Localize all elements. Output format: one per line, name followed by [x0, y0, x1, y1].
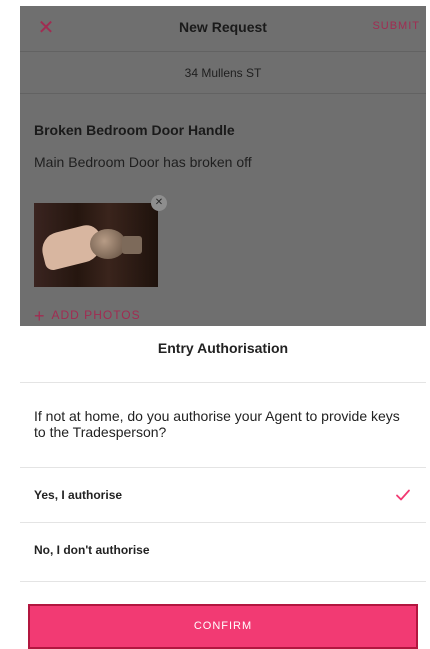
divider: [20, 382, 426, 383]
entry-authorisation-sheet: Entry Authorisation If not at home, do y…: [20, 326, 426, 649]
add-photos-label: ADD PHOTOS: [51, 308, 141, 322]
remove-photo-icon[interactable]: ✕: [151, 195, 167, 211]
option-label: Yes, I authorise: [34, 488, 123, 502]
page-title: New Request: [179, 19, 267, 35]
photo-door-stem: [122, 236, 142, 254]
app-bar: ✕ New Request SUBMIT: [20, 6, 426, 52]
sheet-title: Entry Authorisation: [157, 340, 289, 356]
property-address: 34 Mullens ST: [20, 52, 426, 94]
option-yes-authorise[interactable]: Yes, I authorise: [20, 468, 426, 524]
photo-door-knob: [90, 229, 126, 259]
option-label: No, I don't authorise: [34, 543, 150, 557]
plus-icon: +: [34, 306, 46, 326]
attached-photo[interactable]: [34, 203, 158, 287]
issue-title: Broken Bedroom Door Handle: [34, 122, 235, 138]
checkmark-icon: [396, 489, 410, 501]
option-no-authorise[interactable]: No, I don't authorise: [20, 523, 426, 579]
add-photos-button[interactable]: + ADD PHOTOS: [34, 306, 141, 326]
phone-screen: ✕ New Request SUBMIT 34 Mullens ST Broke…: [20, 6, 426, 649]
confirm-button[interactable]: CONFIRM: [28, 604, 418, 649]
new-request-screen-dimmed: ✕ New Request SUBMIT 34 Mullens ST Broke…: [20, 6, 426, 326]
issue-description: Main Bedroom Door has broken off: [34, 154, 252, 170]
divider: [20, 581, 426, 582]
authorisation-question: If not at home, do you authorise your Ag…: [34, 408, 400, 440]
submit-button[interactable]: SUBMIT: [372, 20, 420, 32]
